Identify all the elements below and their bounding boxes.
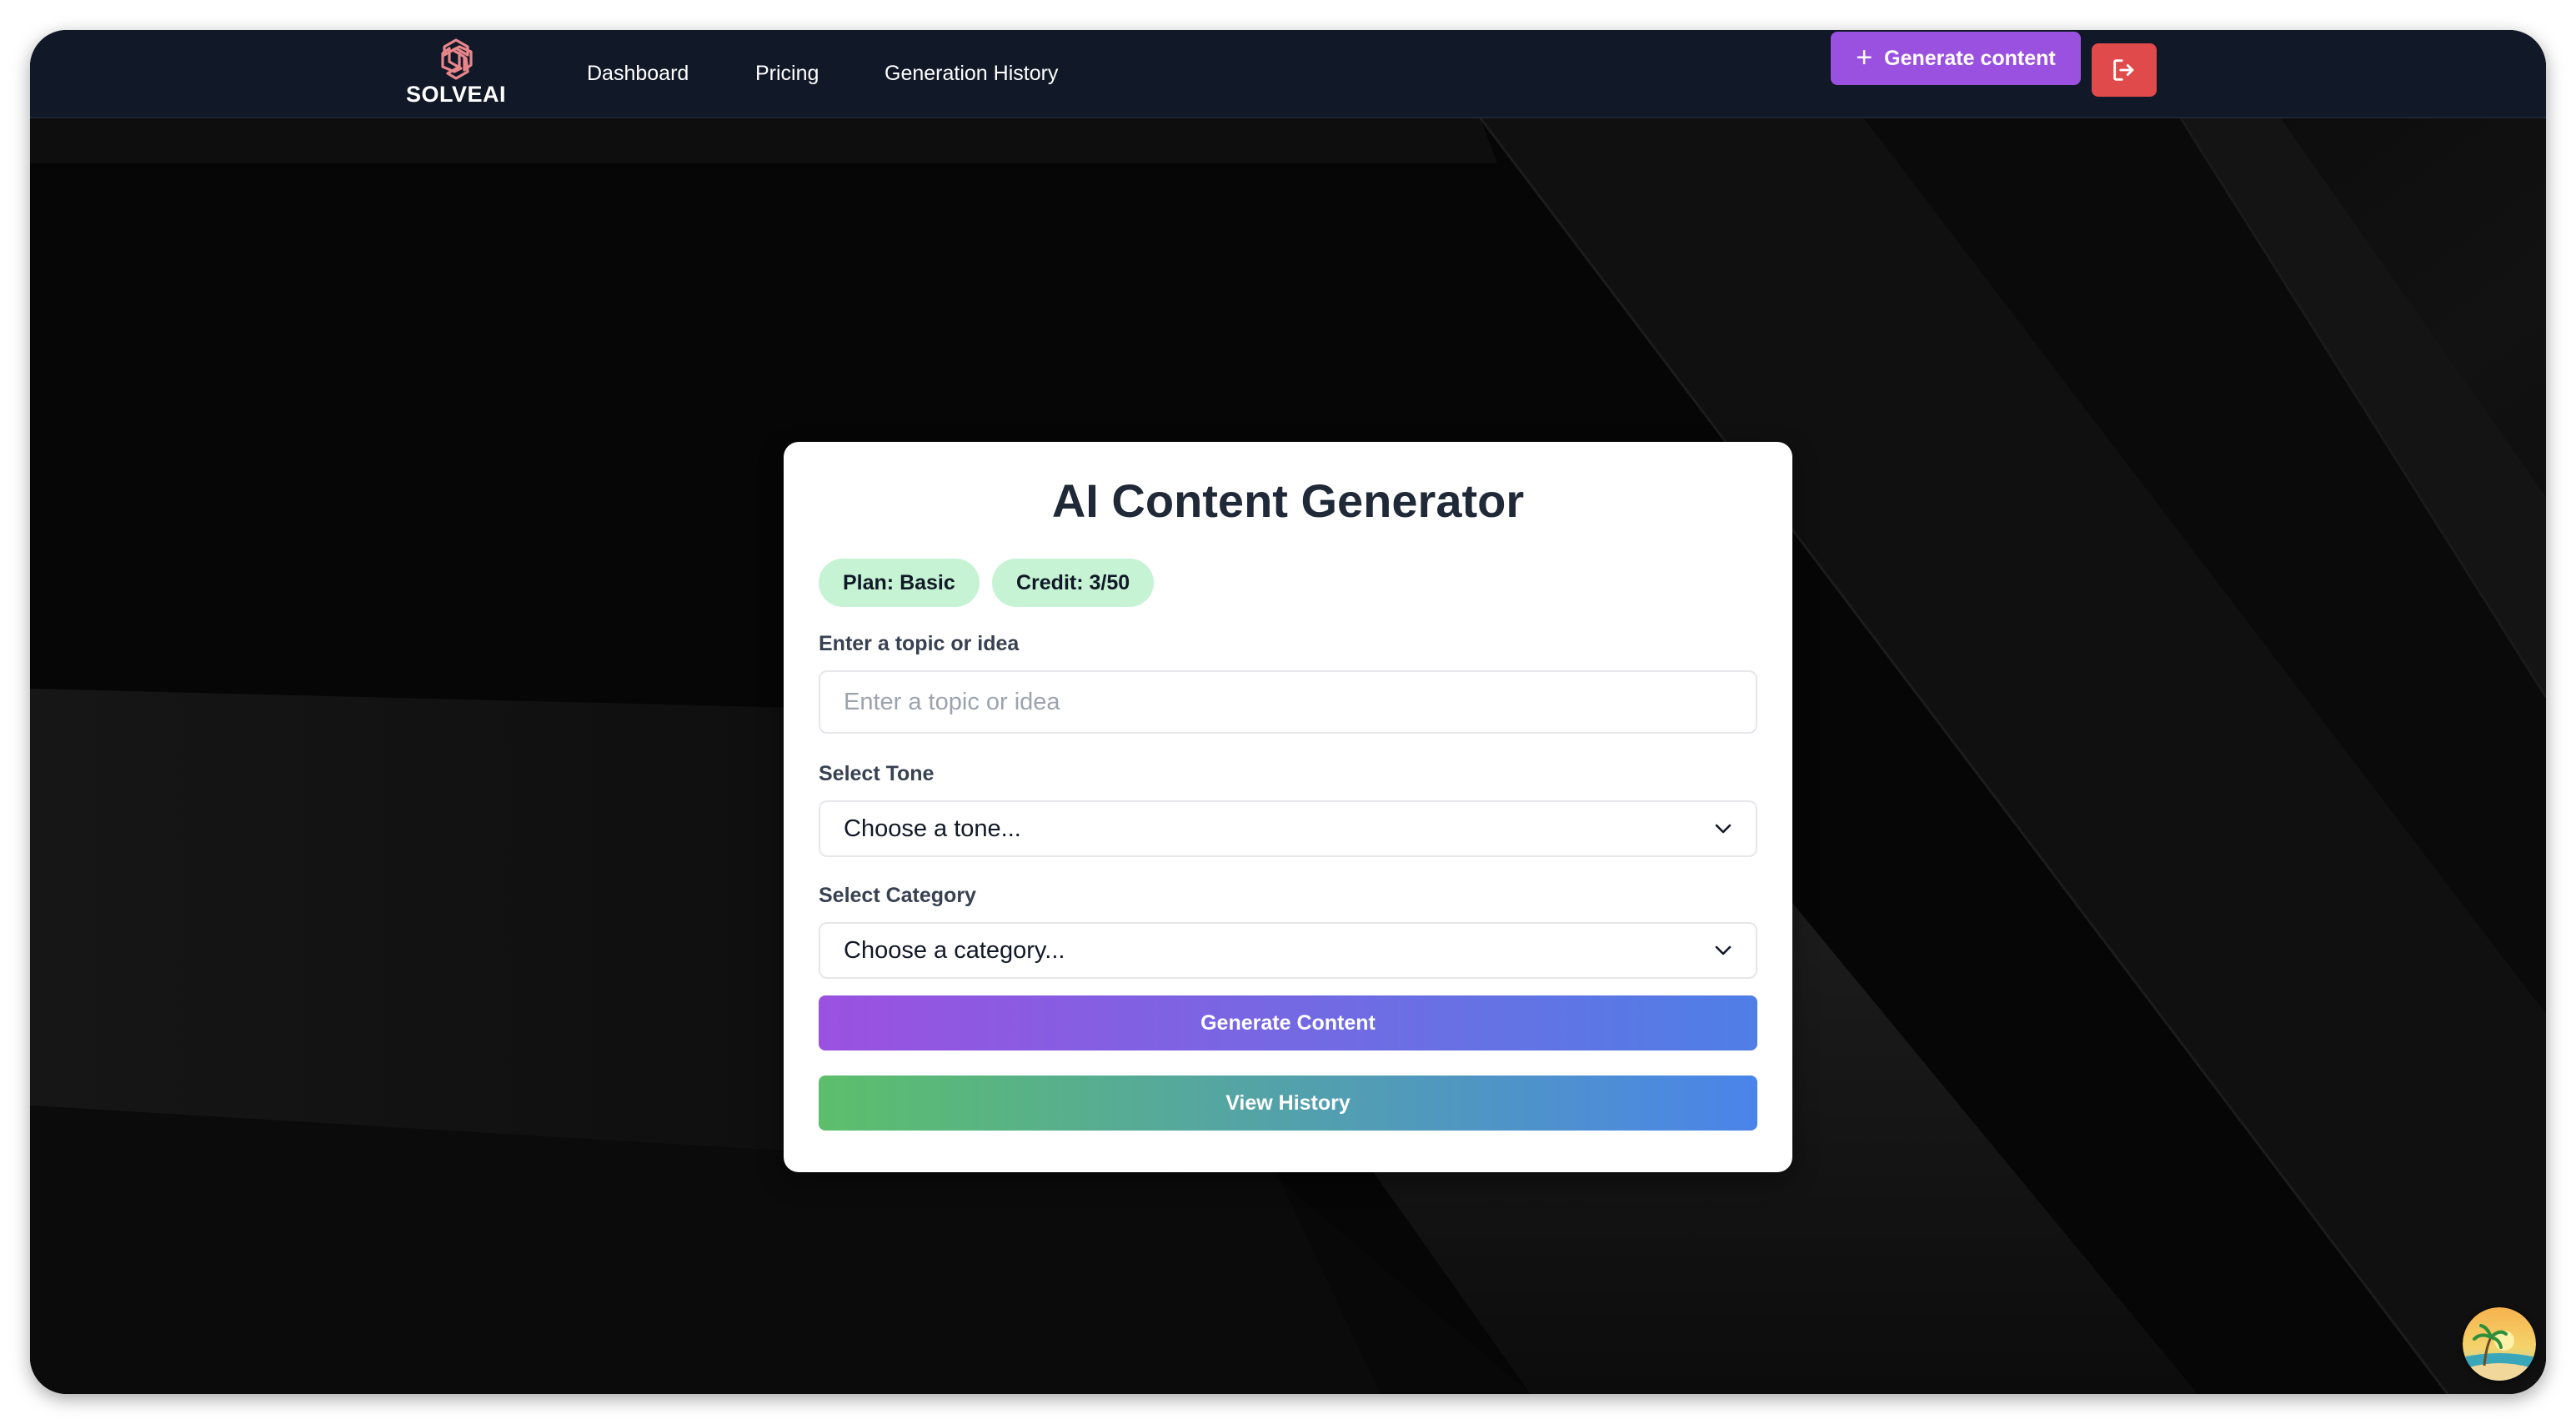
beach-avatar-icon [2463, 1307, 2536, 1381]
chevron-down-icon [1715, 945, 1732, 955]
plus-icon: + [1856, 41, 1873, 73]
brand-logo[interactable]: SOLVEAI [402, 37, 510, 113]
user-avatar[interactable] [2463, 1307, 2536, 1381]
topic-input[interactable] [819, 670, 1757, 734]
logout-button[interactable] [2092, 43, 2157, 97]
app-window: SOLVEAI Dashboard Pricing Generation His… [30, 30, 2546, 1394]
generate-content-nav-label: Generate content [1884, 46, 2056, 70]
brand-name: SOLVEAI [405, 82, 507, 107]
credit-badge: Credit: 3/50 [992, 559, 1155, 607]
card-title: AI Content Generator [1051, 474, 1525, 527]
plan-badge: Plan: Basic [819, 559, 980, 607]
solveai-logo-icon [441, 38, 473, 80]
nav-link-dashboard[interactable]: Dashboard [587, 55, 689, 92]
category-label: Select Category [819, 884, 976, 907]
nav-link-generation-history[interactable]: Generation History [885, 55, 1058, 92]
generate-content-nav-button[interactable]: + Generate content [1831, 32, 2081, 85]
tone-select-value: Choose a tone... [844, 815, 1021, 842]
nav-link-pricing[interactable]: Pricing [755, 55, 819, 92]
tone-label: Select Tone [819, 762, 935, 785]
category-select-value: Choose a category... [844, 936, 1065, 964]
tone-select[interactable]: Choose a tone... [819, 800, 1757, 857]
content-generator-card: AI Content Generator Plan: Basic Credit:… [784, 442, 1792, 1172]
topic-label: Enter a topic or idea [819, 632, 1020, 655]
logout-icon [2113, 59, 2134, 81]
generate-content-button[interactable]: Generate Content [819, 995, 1757, 1050]
view-history-button[interactable]: View History [819, 1076, 1757, 1131]
chevron-down-icon [1715, 824, 1732, 834]
top-navbar: SOLVEAI Dashboard Pricing Generation His… [30, 30, 2546, 118]
category-select[interactable]: Choose a category... [819, 922, 1757, 979]
